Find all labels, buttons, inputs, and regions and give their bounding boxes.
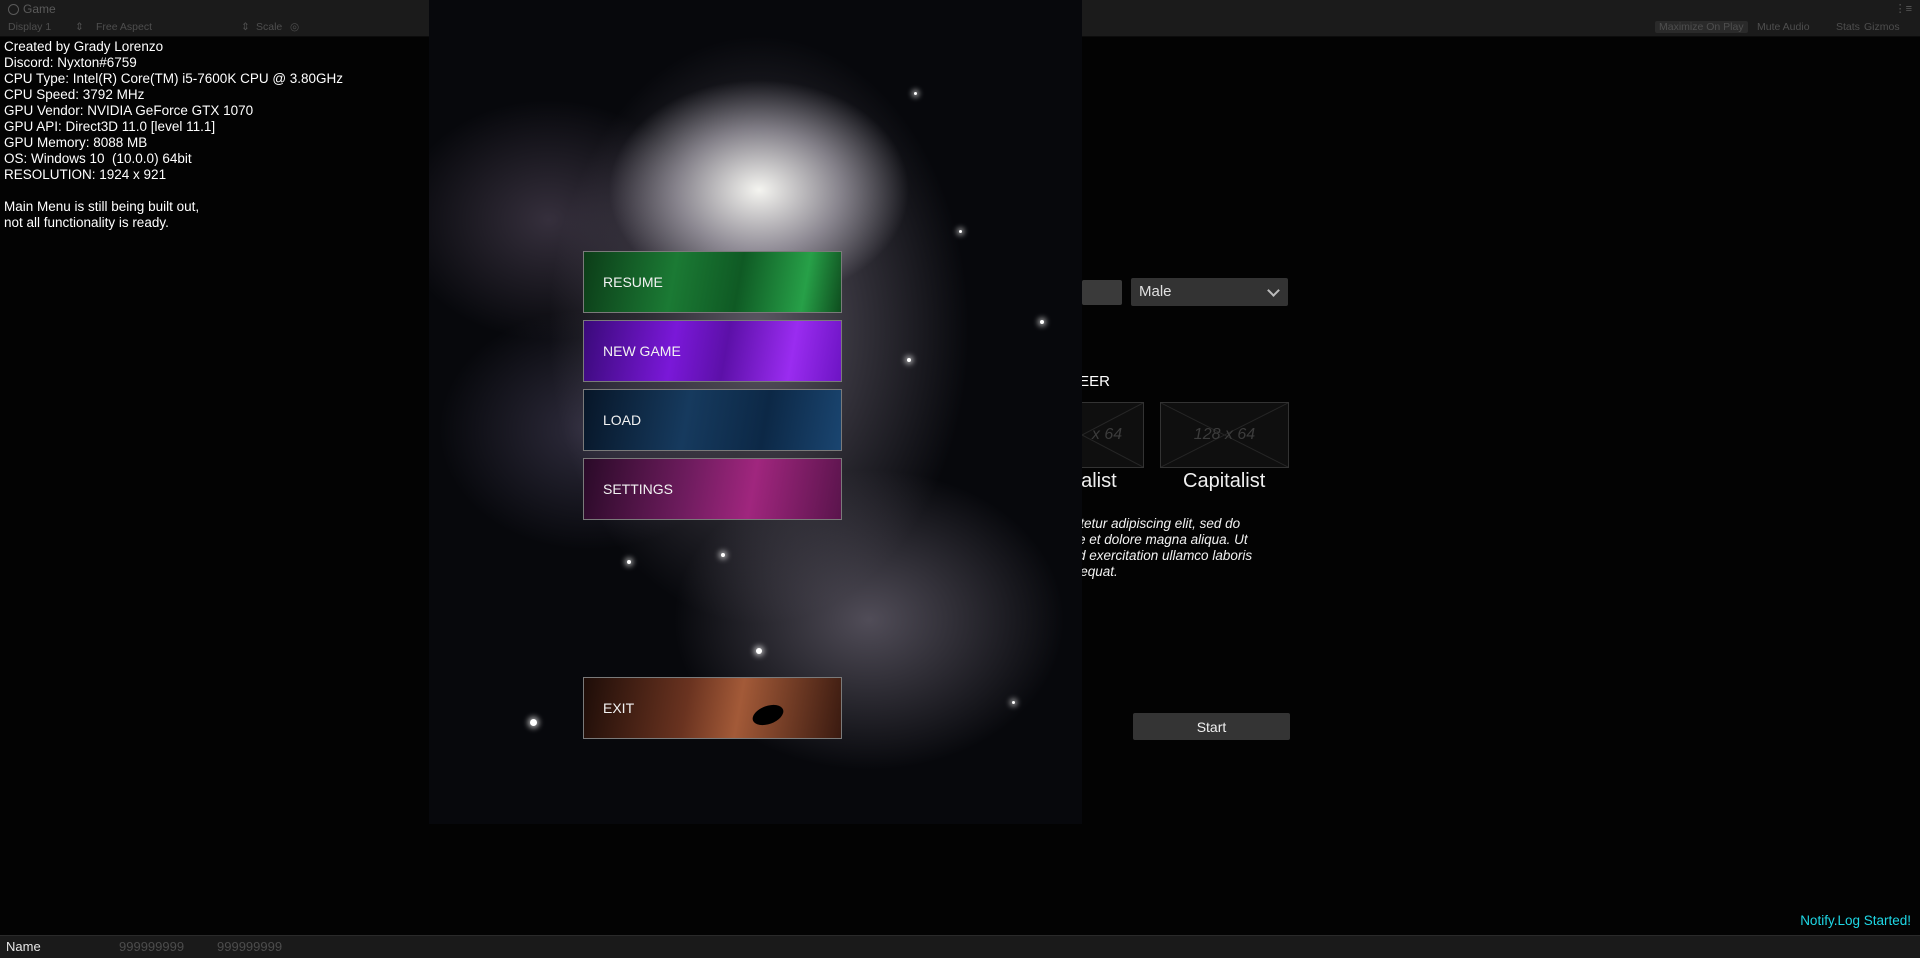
debug-info-line: CPU Speed: 3792 MHz [4,87,145,102]
status-value: 999999999 [217,939,283,954]
new-game-button[interactable]: NEW GAME [583,320,842,382]
name-input[interactable] [1082,280,1122,305]
star [756,648,762,654]
debug-info-line: Discord: Nyxton#6759 [4,55,137,70]
tab-game-label: Game [23,2,56,16]
debug-info-line: GPU Vendor: NVIDIA GeForce GTX 1070 [4,103,254,118]
career-description-line: rud exercitation ullamco laboris [1066,548,1253,563]
debug-info-line: GPU Memory: 8088 MB [4,135,148,150]
exit-button[interactable]: EXIT [583,677,842,739]
star [721,553,725,557]
scale-slider[interactable]: ◎ [290,21,299,33]
load-button[interactable]: LOAD [583,389,842,451]
aspect-dropdown-chevron-icon: ⇕ [241,21,250,33]
career-thumb-capitalist[interactable]: 128 x 64 [1160,402,1289,468]
career-thumb-label: x 64 [1091,426,1123,443]
display-dropdown-chevron-icon: ⇕ [75,21,84,33]
gizmos-dropdown[interactable]: Gizmos [1860,21,1904,33]
main-menu-panel: RESUME NEW GAME LOAD SETTINGS EXIT [429,0,1082,824]
career-description-line: ectetur adipiscing elit, sed do [1066,516,1241,531]
tab-game[interactable]: Game [0,2,56,16]
status-bar: Name 999999999 999999999 [0,935,1920,958]
star [627,560,631,564]
debug-info-line: not all functionality is ready. [4,215,169,230]
debug-info-line: OS: Windows 10 (10.0.0) 64bit [4,151,192,166]
star [1040,320,1044,324]
mute-audio-toggle[interactable]: Mute Audio [1753,21,1814,33]
status-value: 999999999 [119,939,185,954]
scale-label: Scale [256,21,283,33]
debug-info-line [4,183,343,199]
star [1012,701,1015,704]
debug-info-line: CPU Type: Intel(R) Core(TM) i5-7600K CPU… [4,71,344,86]
career-thumb-label: 128 x 64 [1193,426,1256,443]
debug-info-line: Main Menu is still being built out, [4,199,200,214]
display-dropdown[interactable]: Display 1 [8,21,51,33]
debug-info-line: RESOLUTION: 1924 x 921 [4,167,167,182]
gender-dropdown[interactable]: Male [1131,278,1288,306]
aspect-dropdown[interactable]: Free Aspect [96,21,152,33]
star [959,230,962,233]
star [914,92,917,95]
settings-button[interactable]: SETTINGS [583,458,842,520]
status-name-label: Name [6,939,41,954]
star [907,358,911,362]
chevron-down-icon [1267,284,1280,297]
gender-dropdown-value: Male [1139,283,1172,300]
resume-button[interactable]: RESUME [583,251,842,313]
game-tab-icon [8,3,19,15]
career-description-line: nsequat. [1066,564,1118,579]
notify-log: Notify.Log Started! [1800,913,1911,928]
start-button[interactable]: Start [1133,713,1290,740]
maximize-on-play-toggle[interactable]: Maximize On Play [1655,21,1748,33]
star [530,719,537,726]
debug-info-line: Created by Grady Lorenzo [4,39,164,54]
black-hole-icon [749,701,787,729]
career-name-capitalist: Capitalist [1183,470,1266,492]
debug-info-line: GPU API: Direct3D 11.0 [level 11.1] [4,119,216,134]
exit-button-label: EXIT [603,700,635,716]
career-description-line: ore et dolore magna aliqua. Ut [1066,532,1248,547]
debug-info: Created by Grady Lorenzo Discord: Nyxton#… [4,39,343,231]
career-description: ectetur adipiscing elit, sed do ore et d… [1066,516,1286,580]
window-menu-icon[interactable]: ⋮≡ [1895,2,1912,15]
